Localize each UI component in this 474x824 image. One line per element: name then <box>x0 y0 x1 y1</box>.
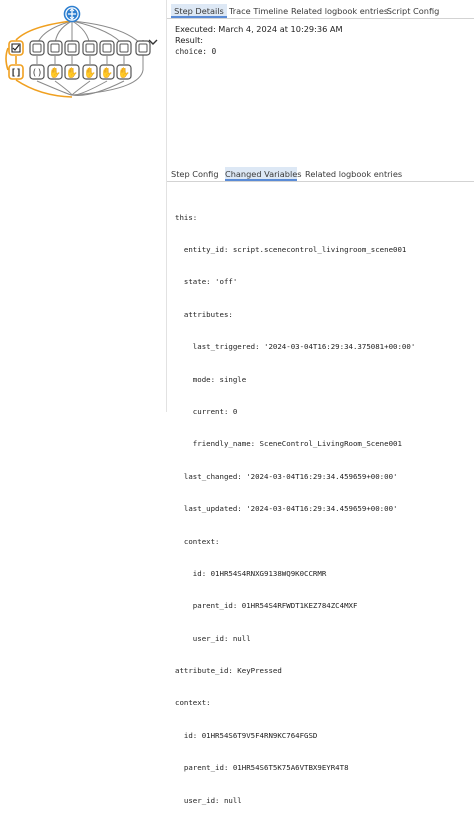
action-hand-icon[interactable]: ✋ <box>116 64 132 80</box>
trigger-node[interactable] <box>63 5 81 23</box>
changed-variables-yaml: this: entity_id: script.scenecontrol_liv… <box>175 191 415 824</box>
yaml-line: id: 01HR54S4RNXG9138WQ9K0CCRMR <box>175 568 327 578</box>
yaml-line: last_changed: '2024-03-04T16:29:34.45965… <box>175 471 398 481</box>
action-hand-icon[interactable]: ✋ <box>82 64 98 80</box>
variables-node[interactable]: [] <box>8 64 24 80</box>
svg-text:(): () <box>32 69 43 79</box>
choose-step-node[interactable] <box>8 40 24 56</box>
yaml-line: attributes: <box>175 309 233 319</box>
svg-text:[]: [] <box>11 69 22 79</box>
condition-node[interactable] <box>116 40 132 56</box>
action-hand-icon[interactable]: ✋ <box>64 64 80 80</box>
default-branch-node[interactable] <box>135 40 151 56</box>
executed-timestamp: Executed: March 4, 2024 at 10:29:36 AM <box>175 24 343 34</box>
trace-details-pane: Step Details Trace Timeline Related logb… <box>167 0 474 805</box>
tab-trace-timeline[interactable]: Trace Timeline <box>229 4 288 18</box>
yaml-line: current: 0 <box>175 406 238 416</box>
step-details-panel: Executed: March 4, 2024 at 10:29:36 AM R… <box>175 24 343 57</box>
yaml-line: state: 'off' <box>175 277 238 287</box>
details-tab-bar: Step Details Trace Timeline Related logb… <box>167 4 474 19</box>
action-hand-icon[interactable]: ✋ <box>47 64 63 80</box>
condition-node[interactable] <box>99 40 115 56</box>
yaml-line: context: <box>175 698 211 708</box>
yaml-line: this: <box>175 212 198 222</box>
result-label: Result: <box>175 35 204 45</box>
svg-text:✋: ✋ <box>118 66 130 79</box>
tab-changed-variables[interactable]: Changed Variables <box>225 167 302 181</box>
yaml-line: last_updated: '2024-03-04T16:29:34.45965… <box>175 504 398 514</box>
yaml-line: user_id: null <box>175 633 251 643</box>
yaml-line: parent_id: 01HR54S4RFWDT1KEZ784ZC4MXF <box>175 601 358 611</box>
condition-node[interactable] <box>29 40 45 56</box>
tab-related-logbook-bottom[interactable]: Related logbook entries <box>305 167 402 181</box>
yaml-line: parent_id: 01HR54S6T5K75A6VTBX9EYR4T8 <box>175 763 349 773</box>
yaml-line: mode: single <box>175 374 247 384</box>
condition-node[interactable] <box>82 40 98 56</box>
result-choice: choice: 0 <box>175 47 217 56</box>
yaml-line: id: 01HR54S6T9V5F4RN9KC764FGSD <box>175 730 318 740</box>
svg-text:✋: ✋ <box>66 66 78 79</box>
condition-node[interactable] <box>64 40 80 56</box>
tab-step-details[interactable]: Step Details <box>171 4 227 18</box>
svg-text:✋: ✋ <box>84 66 96 79</box>
yaml-line: entity_id: script.scenecontrol_livingroo… <box>175 244 407 254</box>
tab-step-config[interactable]: Step Config <box>171 167 219 181</box>
svg-text:✋: ✋ <box>101 66 113 79</box>
bottom-tab-bar: Step Config Changed Variables Related lo… <box>167 167 474 182</box>
variables-node[interactable]: () <box>29 64 45 80</box>
trace-graph-pane: [] () ✋ ✋ ✋ ✋ ✋ <box>0 0 166 412</box>
condition-node[interactable] <box>47 40 63 56</box>
tab-script-config[interactable]: Script Config <box>385 4 441 18</box>
action-hand-icon[interactable]: ✋ <box>99 64 115 80</box>
tab-related-logbook[interactable]: Related logbook entries <box>291 4 388 18</box>
yaml-line: attribute_id: KeyPressed <box>175 666 282 676</box>
yaml-line: context: <box>175 536 220 546</box>
yaml-line: friendly_name: SceneControl_LivingRoom_S… <box>175 439 402 449</box>
yaml-line: last_triggered: '2024-03-04T16:29:34.375… <box>175 342 416 352</box>
trace-graph: [] () ✋ ✋ ✋ ✋ ✋ <box>5 5 158 98</box>
yaml-line: user_id: null <box>175 795 242 805</box>
svg-text:✋: ✋ <box>49 66 61 79</box>
